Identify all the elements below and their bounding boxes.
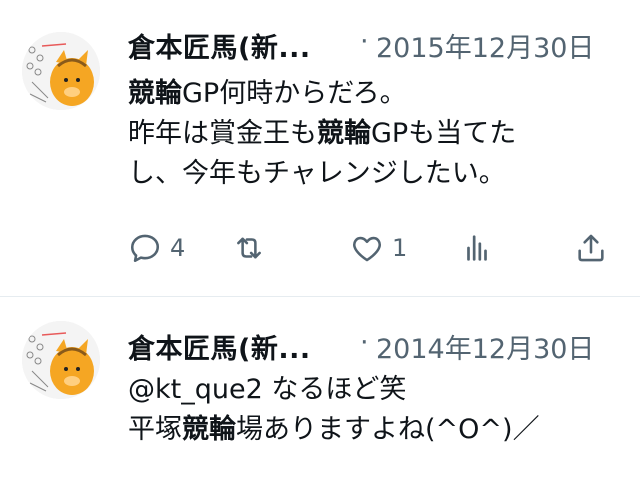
tweet-text: @kt_que2 なるほど笑 平塚競輪場ありますよね(^O^)／ — [128, 370, 626, 450]
text-segment: 平塚 — [128, 414, 182, 445]
tweet-date[interactable]: 2015年12月30日 — [376, 26, 594, 65]
tweet-date[interactable]: 2014年12月30日 — [376, 327, 594, 366]
tweet-header: 倉本匠馬(新... · 2015年12月30日 — [128, 22, 640, 66]
header-separator: · — [360, 26, 369, 57]
stats-icon — [467, 235, 487, 261]
retweet-icon — [237, 237, 261, 259]
reply-button[interactable]: 4 — [128, 226, 185, 270]
avatar[interactable] — [22, 321, 100, 399]
like-count: 1 — [392, 234, 408, 262]
avatar-illustration — [22, 32, 100, 110]
tweet-text-line: 昨年は賞金王も競輪GPも当てた — [128, 114, 626, 154]
avatar[interactable] — [22, 32, 100, 110]
highlight-term: 競輪 — [128, 78, 182, 109]
text-segment: 場ありますよね(^O^)／ — [236, 414, 540, 445]
share-icon — [578, 234, 604, 262]
text-segment: GP何時からだろ。 — [182, 78, 407, 109]
like-button[interactable]: 1 — [350, 226, 407, 270]
timeline-feed: 倉本匠馬(新... · 2015年12月30日 競輪GP何時からだろ。 昨年は賞… — [0, 0, 640, 481]
tweet-actions: 4 1 — [128, 226, 618, 270]
author-name[interactable]: 倉本匠馬(新... — [128, 26, 311, 65]
reply-count: 4 — [170, 234, 186, 262]
tweet-text-line: @kt_que2 なるほど笑 — [128, 374, 407, 405]
author-name[interactable]: 倉本匠馬(新... — [128, 327, 311, 366]
tweet-header: 倉本匠馬(新... · 2014年12月30日 — [128, 323, 640, 367]
tweet-text-line: 競輪GP何時からだろ。 — [128, 74, 626, 114]
reply-icon — [130, 234, 160, 263]
retweet-button[interactable] — [232, 226, 266, 270]
highlight-term: 競輪 — [317, 118, 371, 149]
header-separator: · — [360, 327, 369, 358]
tweet-text-line: し、今年もチャレンジしたい。 — [128, 158, 506, 189]
avatar-illustration — [22, 321, 100, 399]
stats-button[interactable] — [460, 226, 494, 270]
text-segment: GPも当てた — [371, 118, 517, 149]
highlight-term: 競輪 — [182, 414, 236, 445]
tweet[interactable]: 倉本匠馬(新... · 2015年12月30日 競輪GP何時からだろ。 昨年は賞… — [0, 0, 640, 296]
share-button[interactable] — [574, 226, 608, 270]
text-segment: 昨年は賞金王も — [128, 118, 317, 149]
heart-icon — [353, 236, 381, 262]
tweet-text-line: 平塚競輪場ありますよね(^O^)／ — [128, 410, 626, 450]
tweet-text: 競輪GP何時からだろ。 昨年は賞金王も競輪GPも当てた し、今年もチャレンジした… — [128, 74, 626, 194]
